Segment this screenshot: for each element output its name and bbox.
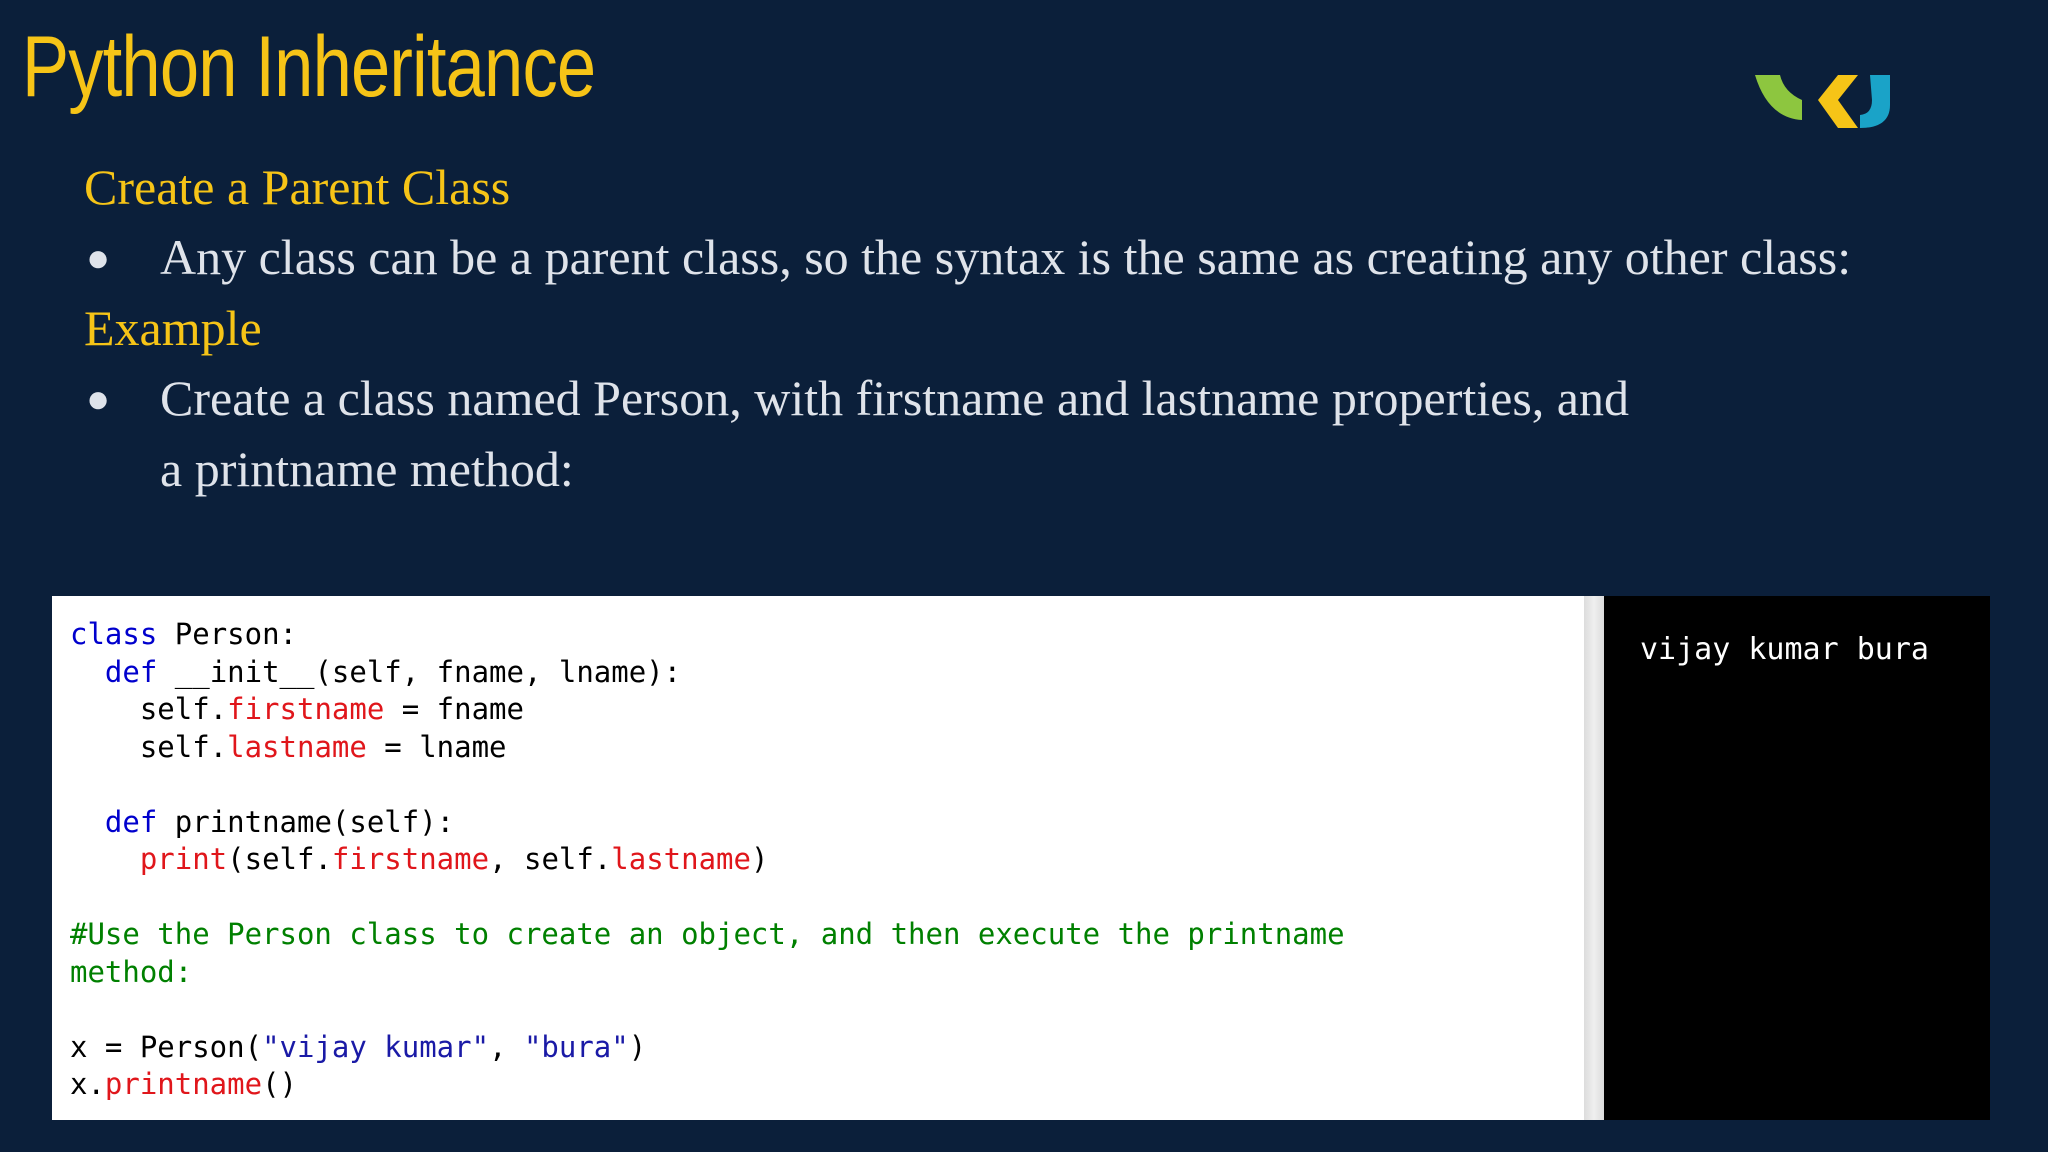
output-text: vijay kumar bura <box>1640 632 1929 667</box>
code-text: ) <box>628 1029 647 1064</box>
code-line: x.printname() <box>70 1066 1345 1104</box>
code-line: x = Person("vijay kumar", "bura") <box>70 1029 1345 1067</box>
bullet-text-line2: a printname method: <box>160 441 574 497</box>
bullet-continuation: a printname method: <box>84 434 2014 505</box>
code-keyword: class <box>70 617 158 651</box>
code-text: , self. <box>489 842 612 876</box>
code-text: = lname <box>366 729 507 764</box>
code-line: self.firstname = fname <box>70 691 1345 729</box>
panel-divider-handle[interactable] <box>1584 596 1604 1120</box>
code-text: printname(self): <box>157 804 455 839</box>
code-text: __init__(self, fname, lname): <box>157 654 682 689</box>
bullet-text: Any class can be a parent class, so the … <box>160 229 1852 285</box>
bullet-text-line1: Create a class named Person, with firstn… <box>160 370 1629 426</box>
code-text: x. <box>70 1067 105 1101</box>
code-function: print <box>139 842 228 876</box>
code-keyword: def <box>104 654 158 689</box>
code-line: def __init__(self, fname, lname): <box>70 654 1345 692</box>
code-comment: #Use the Person class to create an objec… <box>70 917 1345 951</box>
output-console: vijay kumar bura <box>1604 596 1990 1120</box>
code-string: "bura" <box>523 1029 629 1064</box>
code-attribute: firstname <box>331 842 490 876</box>
code-function: printname <box>104 1067 263 1101</box>
code-block: class Person: def __init__(self, fname, … <box>70 616 1345 1104</box>
code-line: self.lastname = lname <box>70 729 1345 767</box>
code-text: (self. <box>227 842 332 876</box>
subtitle-example: Example <box>84 300 262 356</box>
code-text: = fname <box>384 692 524 726</box>
code-attribute: lastname <box>227 729 367 764</box>
slide-body: Create a Parent Class ● Any class can be… <box>84 152 2014 505</box>
subtitle-create-parent-class: Create a Parent Class <box>84 159 511 215</box>
slide-title: Python Inheritance <box>22 19 596 115</box>
code-text: self. <box>70 692 228 726</box>
code-line: class Person: <box>70 616 1345 654</box>
bullet-dot-icon: ● <box>86 235 111 280</box>
code-attribute: firstname <box>227 692 385 726</box>
code-comment: method: <box>70 954 193 989</box>
brand-logo-icon <box>1755 75 1890 128</box>
code-keyword: def <box>104 804 158 839</box>
code-attribute: lastname <box>611 842 751 876</box>
bullet-dot-icon: ● <box>86 376 111 421</box>
code-text: Person: <box>157 617 297 651</box>
code-text: self. <box>70 729 228 764</box>
code-line: print(self.firstname, self.lastname) <box>70 841 1345 879</box>
code-text: () <box>262 1067 297 1101</box>
code-editor[interactable]: class Person: def __init__(self, fname, … <box>52 596 1584 1120</box>
code-text: ) <box>750 842 769 876</box>
code-text: x = Person( <box>70 1029 263 1064</box>
code-line: def printname(self): <box>70 804 1345 842</box>
code-example-panel: class Person: def __init__(self, fname, … <box>52 596 1990 1120</box>
code-string: "vijay kumar" <box>262 1029 490 1064</box>
bullet-item: ● Any class can be a parent class, so th… <box>84 222 2014 293</box>
bullet-item: ● Create a class named Person, with firs… <box>84 363 2014 434</box>
code-text: , <box>489 1029 524 1064</box>
